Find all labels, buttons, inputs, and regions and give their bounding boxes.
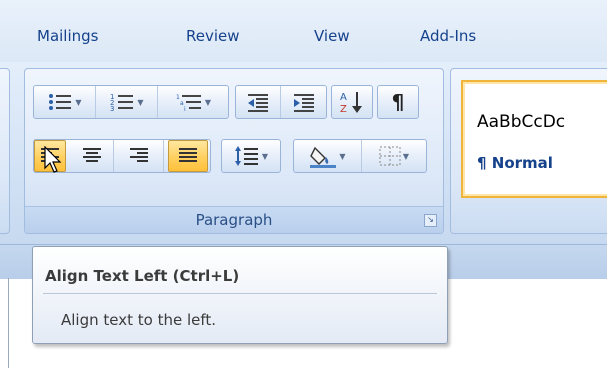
chevron-down-icon[interactable]: ▼ <box>262 152 268 161</box>
previous-group-edge <box>0 68 10 234</box>
style-normal-tile[interactable]: AaBbCcDc ¶ Normal <box>461 80 607 198</box>
numbering-icon: 1 2 3 <box>110 93 134 112</box>
tooltip-divider <box>43 293 437 294</box>
increase-indent-button[interactable] <box>281 86 326 118</box>
borders-button[interactable]: ▼ <box>362 140 426 172</box>
svg-text:A: A <box>340 92 347 103</box>
dialog-launcher-icon[interactable]: ↘ <box>424 214 437 227</box>
multilevel-list-icon: 1 a i <box>176 94 201 112</box>
tab-add-ins[interactable]: Add-Ins <box>420 27 476 45</box>
chevron-down-icon[interactable]: ▼ <box>403 152 409 161</box>
list-buttons-group: ▼ 1 2 3 ▼ 1 a i ▼ <box>33 85 229 119</box>
borders-icon <box>379 146 401 166</box>
show-hide-button[interactable]: ¶ <box>378 86 418 118</box>
tooltip-title: Align Text Left (Ctrl+L) <box>45 267 240 285</box>
chevron-down-icon[interactable]: ▼ <box>75 98 81 107</box>
sort-button[interactable]: A Z <box>332 86 372 118</box>
sort-button-group: A Z <box>331 85 373 119</box>
mouse-pointer-icon <box>44 146 62 173</box>
paragraph-group: ▼ 1 2 3 ▼ 1 a i ▼ A Z ¶ ▼ ▼ ▼ Paragraph … <box>24 68 444 234</box>
document-page-edge <box>8 278 9 368</box>
chevron-down-icon[interactable]: ▼ <box>339 152 345 161</box>
multilevel-list-button[interactable]: 1 a i ▼ <box>158 86 228 118</box>
align-right-button[interactable] <box>114 140 164 172</box>
tab-review[interactable]: Review <box>186 27 240 45</box>
tooltip: Align Text Left (Ctrl+L) Align text to t… <box>32 246 448 344</box>
bullets-button[interactable]: ▼ <box>34 86 96 118</box>
paint-bucket-icon <box>310 146 337 168</box>
numbering-button[interactable]: 1 2 3 ▼ <box>96 86 158 118</box>
decrease-indent-button[interactable] <box>236 86 281 118</box>
shading-borders-group: ▼ ▼ <box>293 139 427 173</box>
sort-icon: A Z <box>340 92 362 114</box>
increase-indent-icon <box>293 94 314 112</box>
tab-view[interactable]: View <box>314 27 350 45</box>
line-spacing-icon <box>234 146 258 166</box>
paragraph-group-label: Paragraph <box>25 206 443 233</box>
svg-text:i: i <box>184 106 186 112</box>
bullets-icon <box>49 94 72 110</box>
justify-button[interactable] <box>168 140 208 172</box>
indent-buttons-group <box>235 85 327 119</box>
shading-button[interactable]: ▼ <box>294 140 362 172</box>
center-button[interactable] <box>70 140 114 172</box>
pilcrow-icon: ¶ <box>391 90 405 114</box>
tab-mailings[interactable]: Mailings <box>37 27 98 45</box>
style-sample-text: AaBbCcDc <box>477 112 566 132</box>
align-right-icon <box>129 148 148 162</box>
chevron-down-icon[interactable]: ▼ <box>137 98 143 107</box>
line-spacing-button-group: ▼ <box>221 139 281 173</box>
line-spacing-button[interactable]: ▼ <box>222 140 280 172</box>
svg-text:Z: Z <box>340 104 347 114</box>
show-hide-button-group: ¶ <box>377 85 419 119</box>
svg-text:3: 3 <box>110 105 114 112</box>
tooltip-description: Align text to the left. <box>61 311 217 329</box>
ribbon-tab-bar: Mailings Review View Add-Ins <box>0 0 607 63</box>
chevron-down-icon[interactable]: ▼ <box>205 98 211 107</box>
decrease-indent-icon <box>248 94 268 112</box>
justify-icon <box>179 148 197 162</box>
align-center-icon <box>82 148 101 162</box>
style-name-label: ¶ Normal <box>477 154 553 172</box>
